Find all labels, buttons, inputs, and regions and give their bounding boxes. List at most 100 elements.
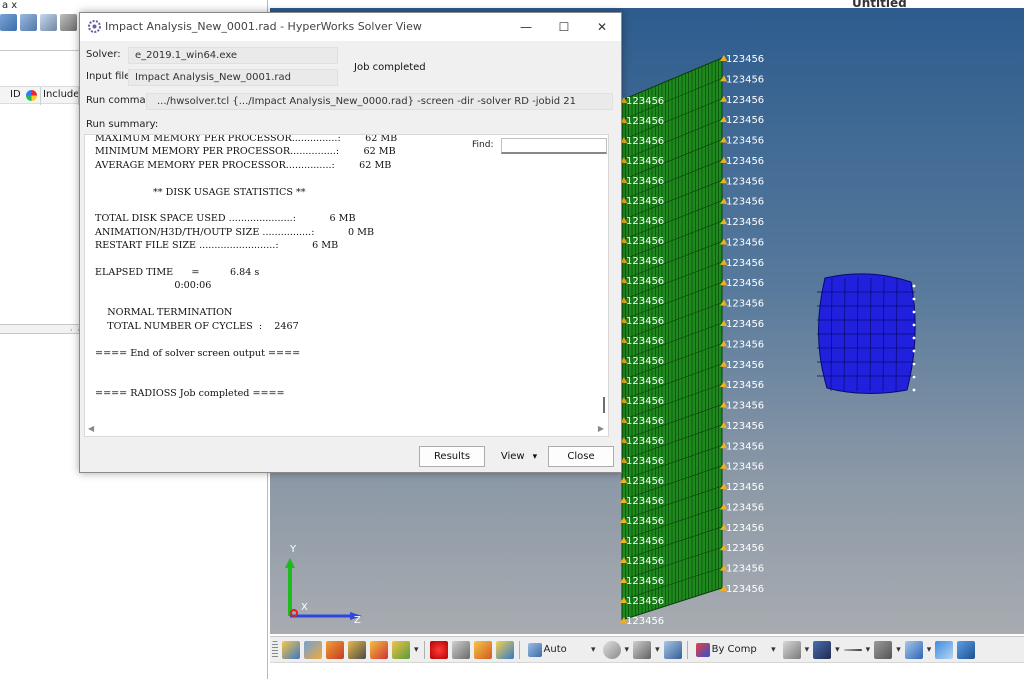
spherical-clip-icon[interactable] (451, 640, 470, 659)
impactor-node (912, 336, 916, 340)
settings-gear-icon[interactable] (60, 13, 77, 31)
fit-view-icon[interactable] (663, 640, 682, 659)
component-icon[interactable] (20, 13, 37, 31)
dropdown-arrow-icon[interactable]: ▾ (927, 645, 932, 655)
node-label-left: 123456 (626, 276, 664, 287)
element-display-icon[interactable] (813, 640, 832, 659)
rotate-icon[interactable] (602, 640, 621, 659)
color-mode-select[interactable]: By Comp ▾ (691, 641, 781, 659)
transform-icon[interactable] (495, 640, 514, 659)
color-mode-value: By Comp (711, 644, 757, 655)
geometry-display-icon[interactable] (904, 640, 923, 659)
scroll-right-arrow-icon[interactable]: ▶ (598, 424, 604, 433)
impactor-node (912, 375, 916, 379)
x-axis-label: X (301, 602, 308, 613)
scroll-left-arrow-icon[interactable]: ◀ (88, 424, 94, 433)
impactor-node (912, 284, 916, 288)
close-window-button[interactable]: ✕ (583, 13, 621, 41)
dialog-titlebar[interactable]: Impact Analysis_New_0001.rad - HyperWork… (80, 13, 621, 41)
node-label-right: 123456 (726, 380, 764, 391)
node-label-right: 123456 (726, 564, 764, 575)
solver-output-panel[interactable]: MAXIMUM MEMORY PER PROCESSOR............… (84, 134, 609, 437)
chevron-down-icon: ▾ (591, 644, 596, 655)
display-isolate-icon[interactable] (304, 640, 322, 659)
selection-mode-value: Auto (543, 644, 567, 655)
toolbar-divider (518, 640, 520, 659)
y-axis-arrowhead (285, 558, 295, 568)
find-attached-icon[interactable] (326, 640, 344, 659)
reverse-icon[interactable] (392, 640, 410, 659)
node-label-right: 123456 (726, 95, 764, 106)
dropdown-arrow-icon[interactable]: ▾ (625, 645, 630, 655)
delete-icon[interactable] (429, 640, 448, 659)
node-label-right: 123456 (726, 74, 764, 85)
impactor-node (912, 349, 916, 353)
dropdown-arrow-icon[interactable]: ▾ (866, 645, 871, 655)
color-wheel-icon[interactable] (26, 90, 37, 101)
results-button[interactable]: Results (419, 446, 485, 467)
vertical-scrollbar-thumb[interactable] (603, 397, 605, 413)
connector-display-icon[interactable] (935, 640, 954, 659)
solver-view-dialog: Impact Analysis_New_0001.rad - HyperWork… (79, 12, 622, 473)
dropdown-arrow-icon[interactable]: ▾ (414, 645, 419, 655)
run-command-field: .../hwsolver.tcl {.../Impact Analysis_Ne… (146, 93, 613, 110)
include-column-header[interactable]: Include (43, 89, 79, 100)
selection-mode-select[interactable]: Auto ▾ (523, 641, 601, 659)
node-label-right: 123456 (726, 136, 764, 147)
unmask-icon[interactable] (370, 640, 388, 659)
node-label-left: 123456 (626, 336, 664, 347)
monitor-icon[interactable] (957, 640, 976, 659)
y-axis-label: Y (289, 544, 297, 555)
node-label-right: 123456 (726, 299, 764, 310)
impactor-node (912, 310, 916, 314)
mask-icon[interactable] (348, 640, 366, 659)
chevron-down-icon: ▾ (771, 644, 776, 655)
id-column-header[interactable]: ID (10, 89, 21, 100)
node-label-left: 123456 (626, 356, 664, 367)
select-mode-icon (527, 642, 542, 657)
display-all-icon[interactable] (282, 640, 300, 659)
solver-field: e_2019.1_win64.exe (128, 47, 338, 64)
dropdown-arrow-icon[interactable]: ▾ (655, 645, 660, 655)
close-button[interactable]: Close (548, 446, 614, 467)
status-strip (270, 662, 1024, 679)
mesh-shaded-icon[interactable] (782, 640, 801, 659)
toolbar-grip[interactable] (272, 640, 278, 659)
input-file-label: Input file: (86, 71, 134, 82)
assembly-icon[interactable] (40, 13, 57, 31)
node-label-left: 123456 (626, 456, 664, 467)
node-label-right: 123456 (726, 258, 764, 269)
find-input[interactable] (501, 138, 607, 154)
node-label-right: 123456 (726, 319, 764, 330)
node-label-right: 123456 (726, 278, 764, 289)
minimize-button[interactable]: — (507, 13, 545, 41)
solver-label: Solver: (86, 49, 121, 60)
maximize-button[interactable]: ☐ (545, 13, 583, 41)
hyperworks-logo-icon (88, 20, 101, 33)
clipboard-icon[interactable] (473, 640, 492, 659)
horizontal-scrollbar[interactable]: ◀ ▶ (85, 422, 608, 436)
node-label-right: 123456 (726, 339, 764, 350)
node-label-right: 123456 (726, 360, 764, 371)
node-label-left: 123456 (626, 156, 664, 167)
z-axis-label: Z (354, 615, 361, 626)
node-label-left: 123456 (626, 216, 664, 227)
dropdown-arrow-icon[interactable]: ▾ (896, 645, 901, 655)
node-label-right: 123456 (726, 421, 764, 432)
node-label-left: 123456 (626, 576, 664, 587)
node-label-right: 123456 (726, 54, 764, 65)
view-menu-button[interactable]: View ▾ (494, 446, 544, 467)
impactor-node (912, 388, 916, 392)
dropdown-arrow-icon[interactable]: ▾ (835, 645, 840, 655)
node-label-left: 123456 (626, 116, 664, 127)
folder-tools-icon[interactable] (0, 13, 17, 31)
line-display-icon[interactable] (843, 648, 862, 651)
view-icon[interactable] (633, 640, 652, 659)
dropdown-arrow-icon[interactable]: ▾ (805, 645, 810, 655)
node-label-left: 123456 (626, 556, 664, 567)
node-label-right: 123456 (726, 462, 764, 473)
node-label-right: 123456 (726, 543, 764, 554)
node-label-left: 123456 (626, 616, 664, 627)
surface-display-icon[interactable] (874, 640, 893, 659)
x-axis-marker (290, 609, 298, 617)
